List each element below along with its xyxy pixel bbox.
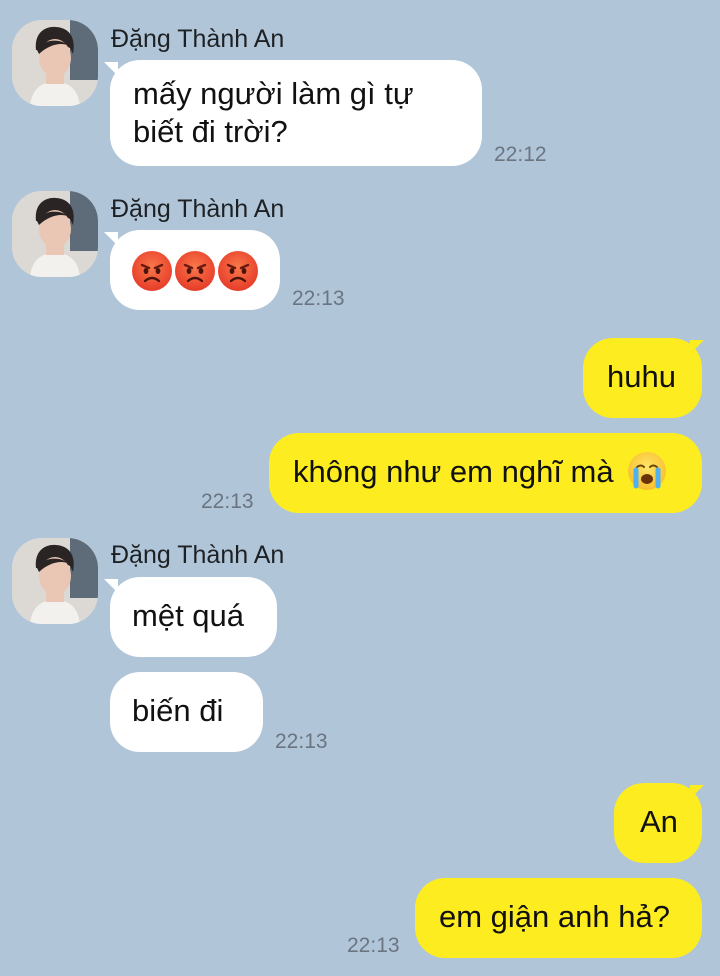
- crying-face-emoji: [628, 451, 667, 490]
- sender-name: Đặng Thành An: [111, 541, 285, 569]
- message-text: biến đi: [132, 693, 224, 728]
- sender-name: Đặng Thành An: [111, 25, 285, 53]
- message-text-line: mấy người làm gì tự: [133, 76, 414, 111]
- sender-avatar[interactable]: [12, 20, 98, 106]
- message-text: em giận anh hả?: [439, 899, 670, 934]
- message-bubble[interactable]: mệt quá: [110, 577, 277, 657]
- message-text-line: biết đi trời?: [133, 114, 288, 149]
- message-timestamp: 22:13: [201, 490, 254, 513]
- angry-face-emoji: [175, 250, 215, 291]
- message-bubble[interactable]: huhu: [583, 338, 702, 418]
- message-bubble[interactable]: không như em nghĩ mà: [269, 433, 702, 513]
- message-bubble[interactable]: An: [614, 783, 702, 863]
- message-text: mệt quá: [132, 598, 245, 633]
- profile-photo-icon: [12, 191, 98, 277]
- profile-photo-icon: [12, 538, 98, 624]
- chat-view[interactable]: Đặng Thành An mấy người làm gì tự biết đ…: [0, 0, 720, 976]
- sender-avatar[interactable]: [12, 538, 98, 624]
- sender-avatar[interactable]: [12, 191, 98, 277]
- message-text: không như em nghĩ mà: [293, 454, 614, 489]
- message-bubble[interactable]: biến đi: [110, 672, 263, 752]
- sender-name: Đặng Thành An: [111, 195, 285, 223]
- angry-face-emoji: [218, 250, 258, 291]
- message-text: An: [640, 804, 678, 839]
- message-timestamp: 22:13: [347, 934, 400, 957]
- angry-face-emoji: [132, 250, 172, 291]
- message-bubble[interactable]: mấy người làm gì tự biết đi trời?: [110, 60, 482, 166]
- message-timestamp: 22:13: [292, 287, 345, 310]
- message-bubble[interactable]: [110, 230, 280, 310]
- message-timestamp: 22:13: [275, 730, 328, 753]
- message-timestamp: 22:12: [494, 143, 547, 166]
- message-text: huhu: [607, 359, 676, 394]
- profile-photo-icon: [12, 20, 98, 106]
- message-bubble[interactable]: em giận anh hả?: [415, 878, 702, 958]
